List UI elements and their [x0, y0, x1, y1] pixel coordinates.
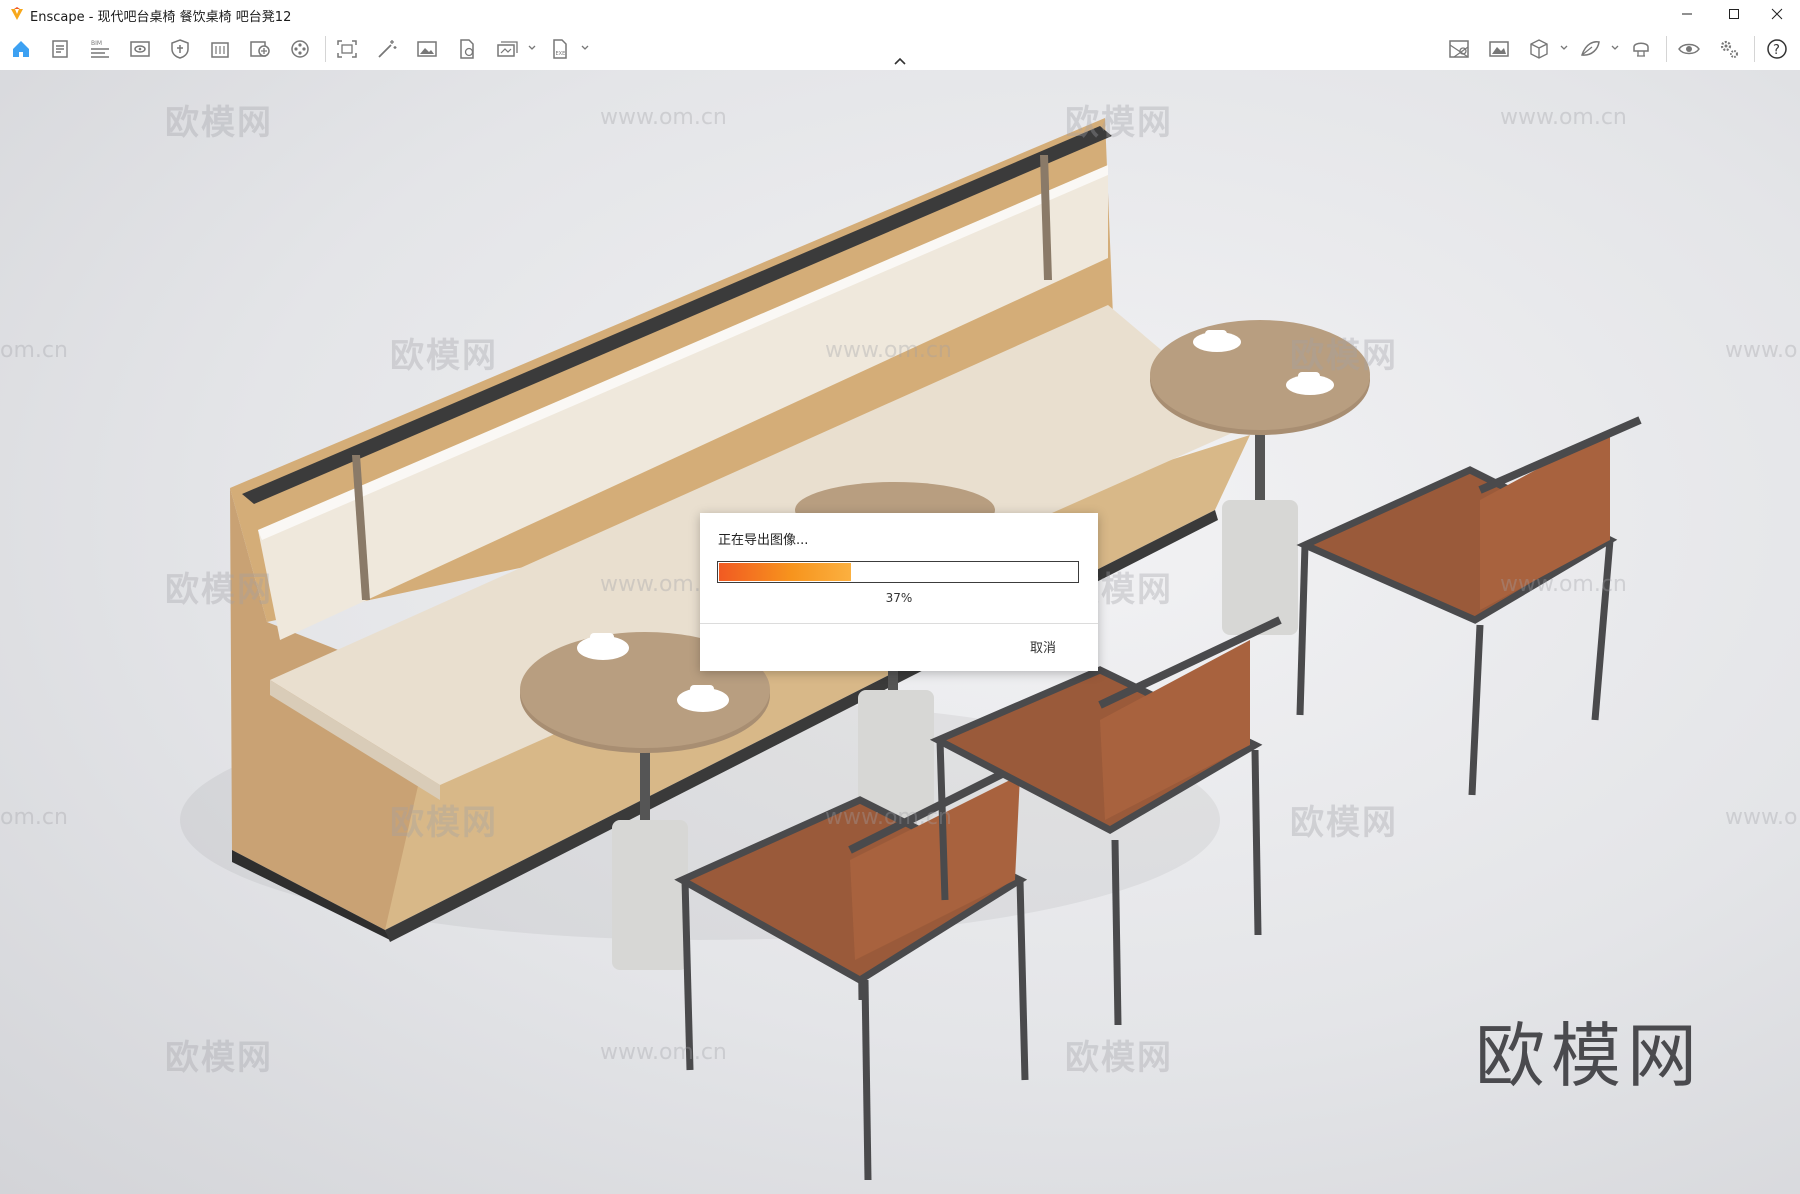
shield-button[interactable] — [167, 36, 193, 62]
map-icon — [1449, 40, 1469, 58]
chevron-down-icon[interactable] — [580, 43, 590, 53]
watermark-brand: 欧模网 — [1065, 1038, 1173, 1078]
magic-wand-icon — [378, 40, 397, 58]
close-button[interactable] — [1754, 0, 1800, 28]
building-icon — [211, 42, 229, 58]
svg-text:?: ? — [1773, 43, 1780, 58]
cube-icon — [1530, 39, 1548, 59]
screenshot-button[interactable] — [334, 36, 360, 62]
dialog-divider — [700, 623, 1098, 624]
help-button[interactable]: ? — [1764, 36, 1790, 62]
window-title: Enscape - 现代吧台桌椅 餐饮桌椅 吧台凳12 — [30, 10, 292, 25]
progress-bar-fill — [719, 563, 851, 581]
asset-library-icon — [250, 41, 270, 57]
vr-headset-button[interactable] — [1628, 36, 1654, 62]
enscape-logo-icon — [11, 7, 23, 20]
export-file-icon — [460, 39, 474, 59]
shield-icon — [171, 39, 189, 59]
image-button[interactable] — [414, 36, 440, 62]
help-icon: ? — [1767, 39, 1787, 59]
bim-button[interactable]: BIM — [87, 36, 113, 62]
watermark-site: om.cn — [0, 805, 68, 830]
watermark-site: om.cn — [0, 338, 68, 363]
watermark-brand: 欧模网 — [1290, 336, 1398, 376]
watermark-site: www.om.cn — [1500, 572, 1627, 597]
document-icon — [52, 40, 68, 58]
cancel-button[interactable]: 取消 — [1030, 637, 1056, 656]
screenshot-icon — [337, 40, 357, 58]
video-editor-button[interactable] — [287, 36, 313, 62]
home-button[interactable] — [8, 36, 34, 62]
bim-icon: BIM — [91, 40, 109, 58]
watermark-brand: 欧模网 — [1065, 103, 1173, 143]
toolbar-separator — [1666, 36, 1667, 62]
panorama-button[interactable] — [1486, 36, 1512, 62]
chevron-down-icon[interactable] — [1559, 43, 1569, 53]
title-bar: Enscape - 现代吧台桌椅 餐饮桌椅 吧台凳12 — [0, 0, 1800, 28]
visual-settings-button[interactable] — [127, 36, 153, 62]
material-icon — [1580, 41, 1600, 56]
minimize-icon — [1682, 13, 1692, 15]
batch-render-icon — [497, 41, 518, 57]
settings-button[interactable] — [1716, 36, 1742, 62]
minimize-button[interactable] — [1664, 0, 1710, 28]
view-eye-icon — [1678, 43, 1700, 55]
batch-render-button[interactable] — [494, 36, 520, 62]
watermark-brand: 欧模网 — [390, 803, 498, 843]
maximize-button[interactable] — [1711, 0, 1757, 28]
vr-headset-icon — [1633, 42, 1649, 57]
watermark-site: www.om.cn — [825, 805, 952, 830]
dialog-message: 正在导出图像... — [718, 533, 809, 548]
watermark-brand: 欧模网 — [165, 570, 273, 610]
toolbar-separator — [1754, 36, 1755, 62]
toolbar-separator — [325, 36, 326, 62]
watermark-brand: 欧模网 — [165, 103, 273, 143]
progress-bar — [717, 561, 1079, 583]
maximize-icon — [1729, 9, 1739, 19]
building-button[interactable] — [207, 36, 233, 62]
export-progress-dialog: 正在导出图像... 37% 取消 — [700, 513, 1098, 671]
panorama-icon — [1489, 41, 1509, 57]
watermark-brand: 欧模网 — [1290, 803, 1398, 843]
asset-library-button[interactable] — [247, 36, 273, 62]
document-button[interactable] — [47, 36, 73, 62]
image-icon — [417, 41, 437, 57]
cube-button[interactable] — [1526, 36, 1552, 62]
exe-export-icon: EXE — [553, 39, 567, 59]
watermark-site: www.om.cn — [600, 105, 727, 130]
chevron-down-icon[interactable] — [527, 43, 537, 53]
watermark-site: www.om.cn — [825, 338, 952, 363]
settings-icon — [1720, 40, 1738, 58]
svg-text:EXE: EXE — [556, 51, 566, 57]
progress-percent-label: 37% — [885, 591, 913, 605]
export-file-button[interactable] — [454, 36, 480, 62]
watermark-site: www.om.cn — [1500, 105, 1627, 130]
visual-settings-icon — [130, 41, 150, 57]
watermark-brand: 欧模网 — [390, 336, 498, 376]
svg-text:BIM: BIM — [91, 40, 102, 47]
chair-back — [1296, 416, 1642, 796]
magic-wand-button[interactable] — [374, 36, 400, 62]
home-icon — [13, 41, 29, 57]
map-button[interactable] — [1446, 36, 1472, 62]
close-icon — [1771, 8, 1783, 20]
collapse-toolbar-icon[interactable] — [892, 56, 908, 68]
watermark-brand: 欧模网 — [165, 1038, 273, 1078]
watermark-site: www.om.cn — [600, 1040, 727, 1065]
watermark-site: www.o — [1725, 338, 1798, 363]
watermark-site: www.o — [1725, 805, 1798, 830]
view-eye-button[interactable] — [1676, 36, 1702, 62]
video-editor-icon — [291, 40, 309, 58]
chevron-down-icon[interactable] — [1610, 43, 1620, 53]
material-button[interactable] — [1577, 36, 1603, 62]
exe-export-button[interactable]: EXE — [547, 36, 573, 62]
watermark-brand-large: 欧模网 — [1475, 1015, 1703, 1097]
